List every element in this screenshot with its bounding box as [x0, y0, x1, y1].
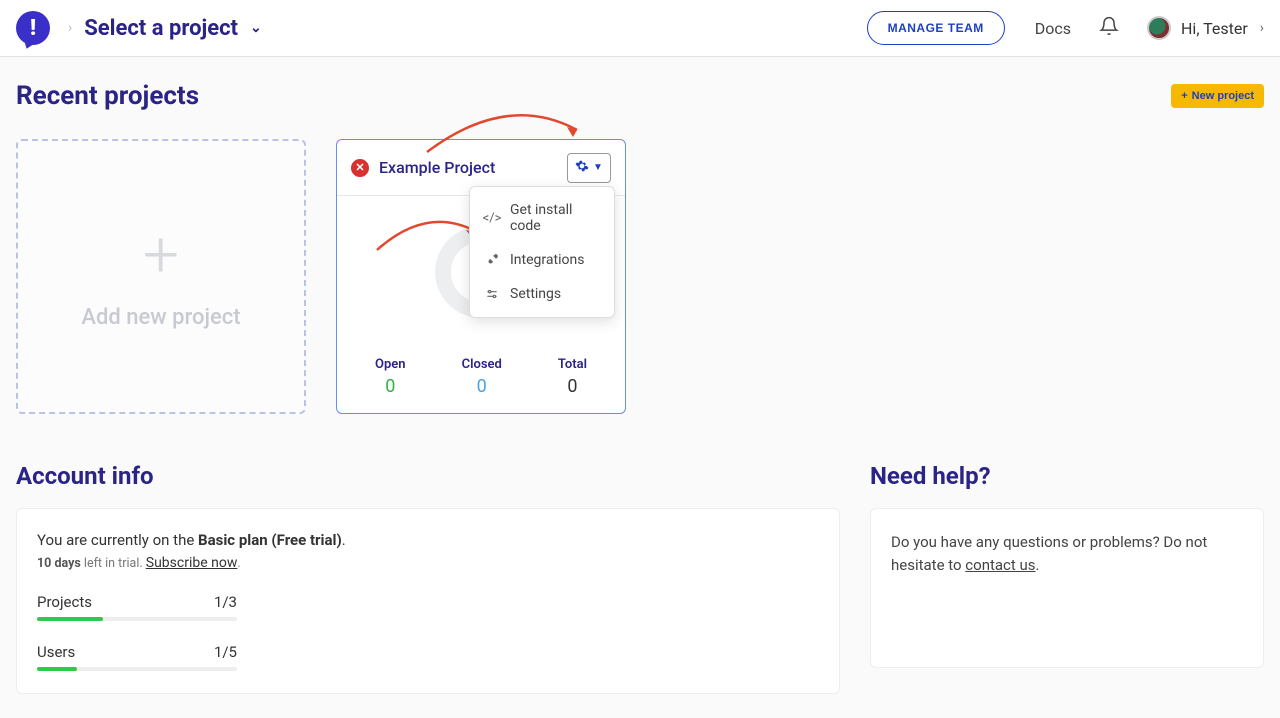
plus-icon: +	[143, 223, 179, 287]
app-logo[interactable]: !	[16, 11, 50, 45]
help-text: Do you have any questions or problems? D…	[891, 531, 1243, 576]
plus-icon: +	[1181, 90, 1187, 102]
subscribe-link[interactable]: Subscribe now	[146, 555, 238, 571]
account-info-panel: You are currently on the Basic plan (Fre…	[16, 508, 840, 694]
stat-total-value: 0	[558, 376, 587, 397]
add-new-project-card[interactable]: + Add new project	[16, 139, 306, 414]
chevron-right-icon: ›	[1260, 20, 1264, 36]
stat-closed: Closed 0	[462, 357, 502, 397]
add-new-project-label: Add new project	[81, 305, 240, 330]
users-quota-bar	[37, 667, 237, 671]
sliders-icon	[484, 287, 500, 301]
menu-settings[interactable]: Settings	[470, 277, 614, 311]
trial-line: 10 days left in trial. Subscribe now.	[37, 555, 819, 571]
avatar	[1147, 16, 1171, 40]
chevron-down-icon: ⌄	[250, 20, 262, 36]
projects-quota-value: 1/3	[214, 593, 237, 611]
need-help-title: Need help?	[870, 462, 1264, 490]
code-icon: </>	[484, 211, 500, 226]
menu-integrations-label: Integrations	[510, 252, 584, 268]
plan-name: Basic plan (Free trial)	[198, 531, 342, 549]
help-text-suffix: .	[1036, 556, 1040, 574]
recent-projects-title: Recent projects	[16, 81, 199, 111]
project-name[interactable]: Example Project	[379, 158, 557, 177]
user-menu[interactable]: Hi, Tester ›	[1147, 16, 1264, 40]
stat-open-label: Open	[375, 357, 406, 372]
trial-period: .	[237, 556, 240, 571]
stat-total: Total 0	[558, 357, 587, 397]
users-quota-label: Users	[37, 643, 75, 661]
project-selector[interactable]: Select a project ⌄	[84, 16, 262, 41]
project-selector-label: Select a project	[84, 16, 238, 41]
stat-open: Open 0	[375, 357, 406, 397]
stat-open-value: 0	[375, 376, 406, 397]
help-text-prefix: Do you have any questions or problems? D…	[891, 533, 1207, 574]
stat-closed-label: Closed	[462, 357, 502, 372]
projects-quota-label: Projects	[37, 593, 92, 611]
project-stats: Open 0 Closed 0 Total 0	[337, 337, 625, 413]
trial-days: 10 days	[37, 556, 81, 571]
status-error-icon: ✕	[351, 159, 369, 177]
plan-prefix: You are currently on the	[37, 531, 198, 549]
main-content: Recent projects + New project + Add new …	[0, 57, 1280, 718]
breadcrumb-separator-icon: ›	[68, 20, 72, 36]
menu-integrations[interactable]: Integrations	[470, 243, 614, 277]
users-quota-value: 1/5	[214, 643, 237, 661]
app-header: ! › Select a project ⌄ MANAGE TEAM Docs …	[0, 0, 1280, 57]
stat-closed-value: 0	[462, 376, 502, 397]
caret-down-icon: ▼	[593, 162, 603, 173]
stat-total-label: Total	[558, 357, 587, 372]
plug-icon	[484, 253, 500, 267]
notifications-bell-icon[interactable]	[1099, 16, 1119, 40]
trial-text: left in trial.	[81, 556, 146, 571]
need-help-panel: Do you have any questions or problems? D…	[870, 508, 1264, 668]
user-greeting: Hi, Tester	[1181, 19, 1248, 38]
menu-settings-label: Settings	[510, 286, 561, 302]
contact-us-link[interactable]: contact us	[965, 556, 1035, 574]
manage-team-button[interactable]: MANAGE TEAM	[867, 11, 1005, 45]
project-settings-button[interactable]: ▼	[567, 153, 611, 183]
plan-line: You are currently on the Basic plan (Fre…	[37, 531, 819, 549]
account-info-title: Account info	[16, 462, 840, 490]
gear-icon	[575, 159, 589, 177]
users-quota: Users 1/5	[37, 643, 237, 671]
projects-quota-bar	[37, 617, 237, 621]
projects-quota: Projects 1/3	[37, 593, 237, 621]
menu-install-code[interactable]: </> Get install code	[470, 193, 614, 243]
new-project-button[interactable]: + New project	[1171, 84, 1264, 108]
project-card[interactable]: ✕ Example Project ▼ </> Get install code	[336, 139, 626, 414]
plan-suffix: .	[342, 531, 346, 549]
project-settings-dropdown: </> Get install code Integrations Settin…	[469, 186, 615, 318]
menu-install-code-label: Get install code	[510, 202, 600, 234]
new-project-label: New project	[1192, 90, 1254, 102]
docs-link[interactable]: Docs	[1035, 19, 1071, 38]
